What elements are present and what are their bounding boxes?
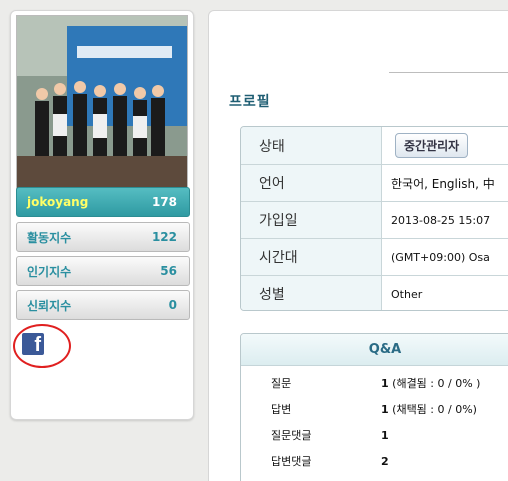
qa-label: 질문댓글	[271, 429, 312, 442]
user-score: 178	[151, 195, 177, 209]
profile-row-joined: 가입일 2013-08-25 15:07	[241, 201, 508, 238]
qa-panel: Q&A 질문 1 (해결됨 : 0 / 0% ) 답변 1 (채택됨 : 0 /…	[240, 333, 508, 481]
profile-row-language: 언어 한국어, English, 中	[241, 164, 508, 201]
qa-count: 1	[381, 428, 389, 442]
qa-label: 답변댓글	[271, 455, 312, 468]
popularity-index-value: 56	[160, 264, 177, 278]
qa-row-questions: 질문 1 (해결됨 : 0 / 0% )	[241, 370, 508, 396]
popularity-index-row[interactable]: 인기지수 56	[16, 256, 190, 286]
divider	[389, 72, 508, 73]
language-label: 언어	[241, 165, 382, 201]
trust-index-row[interactable]: 신뢰지수 0	[16, 290, 190, 320]
profile-photo	[16, 15, 188, 195]
facebook-icon[interactable]: f	[22, 333, 44, 356]
trust-index-value: 0	[168, 298, 177, 312]
user-score-row[interactable]: jokoyang 178	[16, 187, 190, 217]
timezone-value: (GMT+09:00) Osa	[391, 250, 490, 264]
qa-label: 질문	[271, 377, 292, 390]
timezone-label: 시간대	[241, 239, 382, 275]
gender-value: Other	[391, 287, 423, 301]
joined-label: 가입일	[241, 202, 382, 238]
qa-count: 2	[381, 454, 389, 468]
profile-table: 상태 중간관리자 언어 한국어, English, 中 가입일 2013-08-…	[240, 126, 508, 311]
activity-index-row[interactable]: 활동지수 122	[16, 222, 190, 252]
gender-label: 성별	[241, 276, 382, 310]
qa-title: Q&A	[241, 334, 508, 366]
qa-row-answer-comments: 답변댓글 2	[241, 448, 508, 474]
profile-row-gender: 성별 Other	[241, 275, 508, 310]
status-badge[interactable]: 중간관리자	[395, 133, 469, 158]
qa-row-answers: 답변 1 (채택됨 : 0 / 0%)	[241, 396, 508, 422]
qa-count: 1	[381, 403, 389, 416]
profile-main: 프로필 상태 중간관리자 언어 한국어, English, 中 가입일 2013…	[208, 10, 508, 481]
activity-index-value: 122	[151, 230, 177, 244]
username: jokoyang	[27, 195, 89, 209]
status-label: 상태	[241, 127, 382, 164]
qa-detail: (채택됨 : 0 / 0%)	[388, 403, 477, 416]
trust-index-label: 신뢰지수	[27, 298, 72, 313]
joined-value: 2013-08-25 15:07	[391, 213, 491, 227]
popularity-index-label: 인기지수	[27, 264, 72, 279]
qa-detail: (해결됨 : 0 / 0% )	[388, 377, 481, 390]
language-value: 한국어, English, 中	[391, 176, 495, 191]
profile-sidebar: jokoyang 178 활동지수 122 인기지수 56 신뢰지수 0 f	[10, 10, 194, 420]
qa-label: 답변	[271, 403, 292, 416]
qa-count: 1	[381, 377, 389, 390]
profile-row-timezone: 시간대 (GMT+09:00) Osa	[241, 238, 508, 275]
activity-index-label: 활동지수	[27, 230, 72, 245]
facebook-glyph: f	[34, 334, 41, 356]
profile-row-status: 상태 중간관리자	[241, 127, 508, 164]
section-title: 프로필	[229, 94, 271, 110]
qa-row-question-comments: 질문댓글 1	[241, 422, 508, 448]
